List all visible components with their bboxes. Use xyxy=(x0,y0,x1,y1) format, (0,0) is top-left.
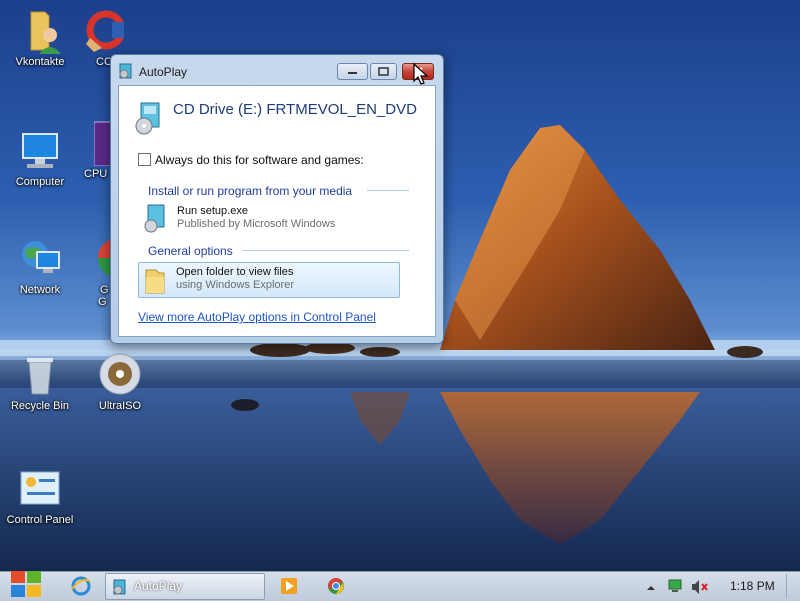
volume-muted-icon[interactable] xyxy=(691,579,709,595)
start-button[interactable] xyxy=(8,568,44,600)
control-panel-link[interactable]: View more AutoPlay options in Control Pa… xyxy=(138,310,376,324)
desktop-icon-recycle-bin[interactable]: Recycle Bin xyxy=(0,352,80,413)
drive-heading: CD Drive (E:) FRTMEVOL_EN_DVD xyxy=(173,101,417,118)
autoplay-content: CD Drive (E:) FRTMEVOL_EN_DVD Always do … xyxy=(118,85,436,337)
chrome-icon xyxy=(96,236,110,282)
open-folder-option[interactable]: Open folder to view files using Windows … xyxy=(138,262,400,298)
desktop-icon-label: Computer xyxy=(15,176,65,188)
cd-drive-icon xyxy=(135,102,165,136)
desktop-icon-label: Vkontakte xyxy=(15,56,65,68)
desktop-icon-chrome[interactable]: G G xyxy=(80,236,110,308)
window-title: AutoPlay xyxy=(139,65,188,79)
title-bar[interactable]: AutoPlay xyxy=(111,55,443,85)
control-panel-icon xyxy=(17,466,63,512)
run-setup-option[interactable]: Run setup.exe Published by Microsoft Win… xyxy=(140,202,400,236)
minimize-icon xyxy=(348,72,357,74)
run-setup-title: Run setup.exe xyxy=(177,205,248,217)
mouse-cursor-icon xyxy=(412,62,430,86)
network-icon xyxy=(17,236,63,282)
ultraiso-icon xyxy=(97,352,143,398)
windows-logo-icon xyxy=(11,571,41,597)
desktop-icon-label: G xyxy=(98,296,107,308)
section-install-heading: Install or run program from your media xyxy=(148,184,353,198)
setup-icon xyxy=(144,204,168,234)
section-general-heading: General options xyxy=(148,244,233,258)
computer-icon xyxy=(17,128,63,174)
autoplay-task-icon xyxy=(113,579,127,595)
desktop-icon-label: UltraISO xyxy=(98,400,142,412)
desktop-icon-label: G xyxy=(100,284,109,296)
desktop-icon-cpuz[interactable]: CPU xyxy=(80,120,110,181)
open-folder-sub: using Windows Explorer xyxy=(176,279,294,291)
ccleaner-icon xyxy=(80,8,124,54)
taskbar-clock[interactable]: 1:18 PM xyxy=(730,579,775,593)
open-folder-title: Open folder to view files xyxy=(176,266,294,278)
maximize-button[interactable] xyxy=(370,63,397,80)
show-hidden-icons-arrow[interactable] xyxy=(646,582,656,592)
chrome-taskbar-icon[interactable] xyxy=(327,577,345,595)
minimize-button[interactable] xyxy=(337,63,368,80)
taskbar: AutoPlay 1:18 PM xyxy=(0,571,800,601)
section-divider xyxy=(367,190,409,191)
folder-user-icon xyxy=(17,8,63,54)
desktop-icon-label: CPU xyxy=(84,168,108,180)
desktop-icon-vkontakte[interactable]: Vkontakte xyxy=(0,8,80,69)
autoplay-title-icon xyxy=(119,63,133,79)
show-desktop-button[interactable] xyxy=(786,574,799,598)
media-player-icon[interactable] xyxy=(280,577,298,595)
run-setup-publisher: Published by Microsoft Windows xyxy=(177,218,336,230)
network-tray-icon[interactable] xyxy=(667,578,683,594)
desktop-icon-ultraiso[interactable]: UltraISO xyxy=(80,352,160,413)
taskbar-task-label: AutoPlay xyxy=(134,579,183,593)
autoplay-window: AutoPlay CD Drive (E:) FRTMEVOL_EN_DVD A… xyxy=(110,54,444,344)
always-do-this-label: Always do this for software and games: xyxy=(155,153,364,167)
always-do-this-checkbox-row[interactable]: Always do this for software and games: xyxy=(138,153,364,167)
maximize-icon xyxy=(378,67,389,76)
recycle-bin-icon xyxy=(17,352,63,398)
cpuz-icon xyxy=(93,120,110,167)
desktop-icon-control-panel[interactable]: Control Panel xyxy=(0,466,80,527)
desktop-icon-label: Control Panel xyxy=(6,514,74,526)
section-divider xyxy=(243,250,409,251)
desktop-icon-computer[interactable]: Computer xyxy=(0,128,80,189)
desktop-icon-network[interactable]: Network xyxy=(0,236,80,297)
folder-icon xyxy=(143,265,167,295)
taskbar-autoplay-button[interactable]: AutoPlay xyxy=(105,573,265,600)
always-do-this-checkbox[interactable] xyxy=(138,153,151,166)
desktop-icon-label: Recycle Bin xyxy=(10,400,70,412)
desktop-icon-label: Network xyxy=(19,284,61,296)
internet-explorer-icon[interactable] xyxy=(70,575,92,597)
